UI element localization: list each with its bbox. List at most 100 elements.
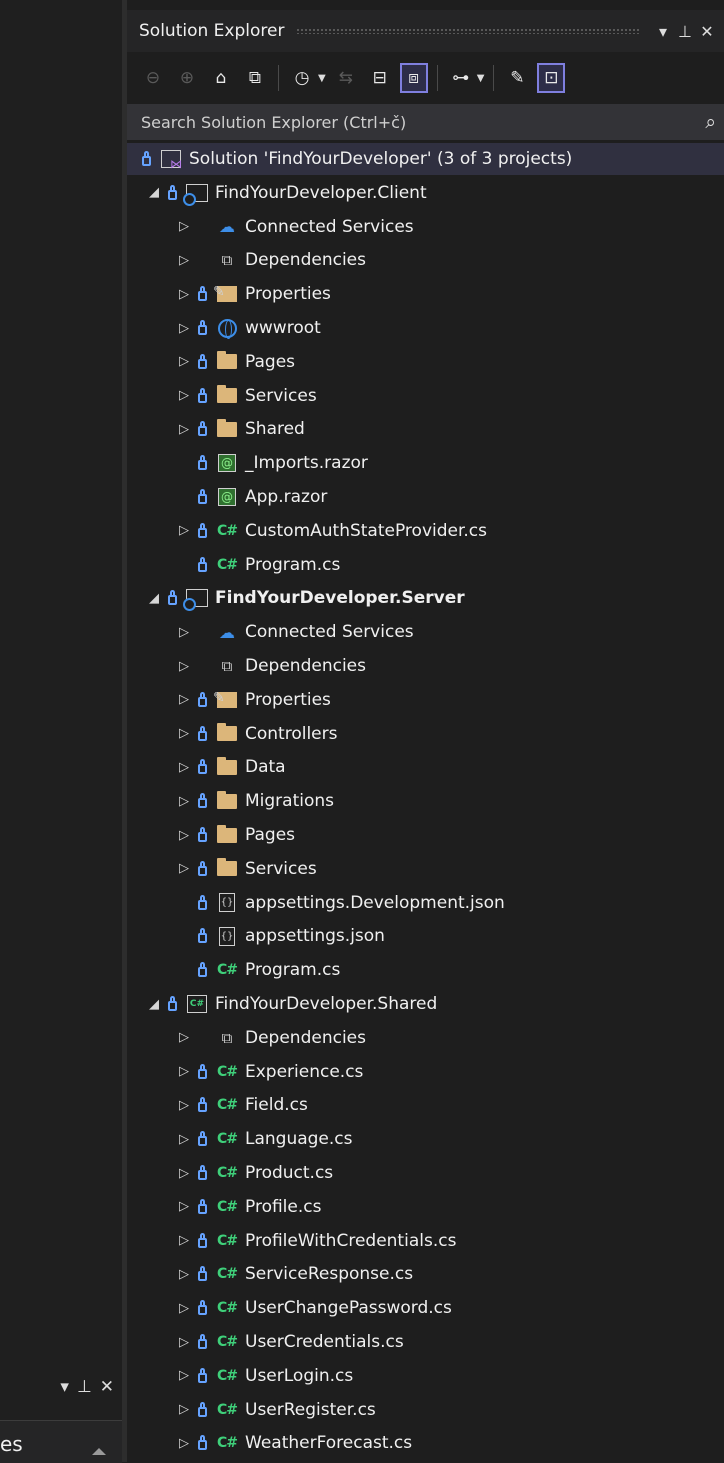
collapsed-arrow-icon[interactable]: ▷ bbox=[177, 253, 191, 268]
collapsed-arrow-icon[interactable]: ▷ bbox=[177, 861, 191, 876]
tree-item[interactable]: ▷ C# WeatherForecast.cs bbox=[127, 1427, 724, 1459]
tree-item[interactable]: {} appsettings.json bbox=[127, 920, 724, 952]
tree-item[interactable]: ▷ Services bbox=[127, 380, 724, 412]
tree-item[interactable]: C# Program.cs bbox=[127, 549, 724, 581]
project-node[interactable]: ◢ FindYourDeveloper.Server bbox=[127, 582, 724, 614]
collapsed-arrow-icon[interactable]: ▷ bbox=[177, 287, 191, 302]
tree-item[interactable]: ▷ C# Product.cs bbox=[127, 1157, 724, 1189]
class-diagram-icon[interactable]: ⊶ bbox=[447, 63, 475, 93]
collapsed-arrow-icon[interactable]: ▷ bbox=[177, 726, 191, 741]
tree-item[interactable]: @ _Imports.razor bbox=[127, 447, 724, 479]
home-icon[interactable]: ⌂ bbox=[207, 63, 235, 93]
collapsed-arrow-icon[interactable]: ▷ bbox=[177, 321, 191, 336]
tree-item[interactable]: ▷ ⧉ Dependencies bbox=[127, 650, 724, 682]
lock-icon bbox=[195, 522, 209, 538]
tree-item[interactable]: C# Program.cs bbox=[127, 954, 724, 986]
tree-item[interactable]: {} appsettings.Development.json bbox=[127, 887, 724, 919]
pin-icon[interactable]: ⊥ bbox=[674, 22, 696, 41]
search-input[interactable] bbox=[139, 111, 706, 133]
collapsed-arrow-icon[interactable]: ▷ bbox=[177, 1233, 191, 1248]
collapsed-arrow-icon[interactable]: ▷ bbox=[177, 1368, 191, 1383]
collapsed-arrow-icon[interactable]: ▷ bbox=[177, 625, 191, 640]
tree-item[interactable]: ▷ Services bbox=[127, 853, 724, 885]
collapsed-arrow-icon[interactable]: ▷ bbox=[177, 1199, 191, 1214]
tree-item[interactable]: ▷ ☁ Connected Services bbox=[127, 616, 724, 648]
tree-item[interactable]: ▷ ⧉ Dependencies bbox=[127, 1022, 724, 1054]
wrench-icon[interactable]: ✎ bbox=[503, 63, 531, 93]
collapsed-arrow-icon[interactable]: ▷ bbox=[177, 1064, 191, 1079]
tree-item[interactable]: ▷ C# Experience.cs bbox=[127, 1056, 724, 1088]
sync-icon[interactable]: ⇆ bbox=[332, 63, 360, 93]
tree-item[interactable]: @ App.razor bbox=[127, 481, 724, 513]
switch-views-icon[interactable]: ⧉ bbox=[241, 63, 269, 93]
collapsed-arrow-icon[interactable]: ▷ bbox=[177, 760, 191, 775]
forward-icon[interactable]: ⊕ bbox=[173, 63, 201, 93]
expanded-arrow-icon[interactable]: ◢ bbox=[147, 185, 161, 200]
left-panel-close-icon[interactable]: ✕ bbox=[100, 1377, 114, 1397]
show-all-files-icon[interactable]: ⧈ bbox=[399, 63, 428, 93]
lock-icon bbox=[195, 725, 209, 741]
left-panel-tab-label[interactable]: es bbox=[0, 1432, 23, 1456]
tree-item[interactable]: ▷ C# Language.cs bbox=[127, 1123, 724, 1155]
left-panel-dropdown-icon[interactable]: ▾ bbox=[60, 1377, 69, 1397]
tree-item[interactable]: ▷ Properties bbox=[127, 684, 724, 716]
collapsed-arrow-icon[interactable]: ▷ bbox=[177, 422, 191, 437]
collapse-all-icon[interactable]: ⊟ bbox=[366, 63, 394, 93]
chevron-down-icon[interactable]: ▼ bbox=[477, 73, 485, 84]
tree-item[interactable]: ▷ C# Field.cs bbox=[127, 1089, 724, 1121]
collapsed-arrow-icon[interactable]: ▷ bbox=[177, 1402, 191, 1417]
collapsed-arrow-icon[interactable]: ▷ bbox=[177, 1267, 191, 1282]
tree-item[interactable]: ▷ Pages bbox=[127, 346, 724, 378]
tree-item[interactable]: ▷ C# CustomAuthStateProvider.cs bbox=[127, 515, 724, 547]
tree-item[interactable]: ▷ C# ServiceResponse.cs bbox=[127, 1258, 724, 1290]
project-node[interactable]: ◢ FindYourDeveloper.Client bbox=[127, 177, 724, 209]
tree-item[interactable]: ▷ Properties bbox=[127, 278, 724, 310]
tree-item[interactable]: ▷ C# UserChangePassword.cs bbox=[127, 1292, 724, 1324]
chevron-down-icon[interactable]: ▼ bbox=[318, 73, 326, 84]
tree-item[interactable]: ▷ C# UserCredentials.cs bbox=[127, 1326, 724, 1358]
collapsed-arrow-icon[interactable]: ▷ bbox=[177, 1132, 191, 1147]
pending-changes-icon[interactable]: ◷ bbox=[288, 63, 316, 93]
collapsed-arrow-icon[interactable]: ▷ bbox=[177, 1301, 191, 1316]
collapsed-arrow-icon[interactable]: ▷ bbox=[177, 794, 191, 809]
close-icon[interactable]: ✕ bbox=[696, 22, 718, 41]
item-icon bbox=[183, 182, 209, 206]
tree-item[interactable]: ▷ wwwroot bbox=[127, 312, 724, 344]
left-panel-pin-icon[interactable]: ⊥ bbox=[77, 1377, 92, 1397]
tree-item[interactable]: ▷ Controllers bbox=[127, 718, 724, 750]
collapsed-arrow-icon[interactable]: ▷ bbox=[177, 692, 191, 707]
collapsed-arrow-icon[interactable]: ▷ bbox=[177, 523, 191, 538]
collapsed-arrow-icon[interactable]: ▷ bbox=[177, 1030, 191, 1045]
tree-item[interactable]: ▷ Migrations bbox=[127, 785, 724, 817]
tree-item[interactable]: ▷ Shared bbox=[127, 413, 724, 445]
collapsed-arrow-icon[interactable]: ▷ bbox=[177, 1166, 191, 1181]
panel-dropdown-icon[interactable]: ▾ bbox=[652, 22, 674, 41]
search-icon[interactable]: ⌕ bbox=[705, 111, 716, 133]
tree-item[interactable]: ▷ Data bbox=[127, 751, 724, 783]
preview-selected-icon[interactable]: ⊡ bbox=[537, 63, 566, 93]
solution-node[interactable]: Solution 'FindYourDeveloper' (3 of 3 pro… bbox=[127, 143, 724, 175]
tree-item[interactable]: ▷ ⧉ Dependencies bbox=[127, 244, 724, 276]
tree-item[interactable]: ▷ Pages bbox=[127, 819, 724, 851]
tree-item[interactable]: ▷ C# Profile.cs bbox=[127, 1191, 724, 1223]
expanded-arrow-icon[interactable]: ◢ bbox=[147, 997, 161, 1012]
tree-item[interactable]: ▷ ☁ Connected Services bbox=[127, 211, 724, 243]
tree-item[interactable]: ▷ C# ProfileWithCredentials.cs bbox=[127, 1225, 724, 1257]
collapsed-arrow-icon[interactable]: ▷ bbox=[177, 659, 191, 674]
titlebar-grip[interactable] bbox=[296, 28, 640, 34]
collapsed-arrow-icon[interactable]: ▷ bbox=[177, 219, 191, 234]
web-project-icon bbox=[183, 183, 208, 206]
collapsed-arrow-icon[interactable]: ▷ bbox=[177, 1098, 191, 1113]
back-icon[interactable]: ⊖ bbox=[139, 63, 167, 93]
project-node[interactable]: ◢ C# FindYourDeveloper.Shared bbox=[127, 988, 724, 1020]
solution-explorer-panel: Solution Explorer ▾ ⊥ ✕ ⊖ ⊕ ⌂ ⧉ ◷ ▼ ⇆ ⊟ … bbox=[127, 0, 724, 1462]
collapsed-arrow-icon[interactable]: ▷ bbox=[177, 1436, 191, 1451]
collapsed-arrow-icon[interactable]: ▷ bbox=[177, 354, 191, 369]
collapsed-arrow-icon[interactable]: ▷ bbox=[177, 828, 191, 843]
tree-item[interactable]: ▷ C# UserLogin.cs bbox=[127, 1360, 724, 1392]
tree-item[interactable]: ▷ C# UserRegister.cs bbox=[127, 1394, 724, 1426]
expanded-arrow-icon[interactable]: ◢ bbox=[147, 591, 161, 606]
collapsed-arrow-icon[interactable]: ▷ bbox=[177, 388, 191, 403]
scroll-up-icon[interactable] bbox=[92, 1448, 106, 1455]
collapsed-arrow-icon[interactable]: ▷ bbox=[177, 1335, 191, 1350]
